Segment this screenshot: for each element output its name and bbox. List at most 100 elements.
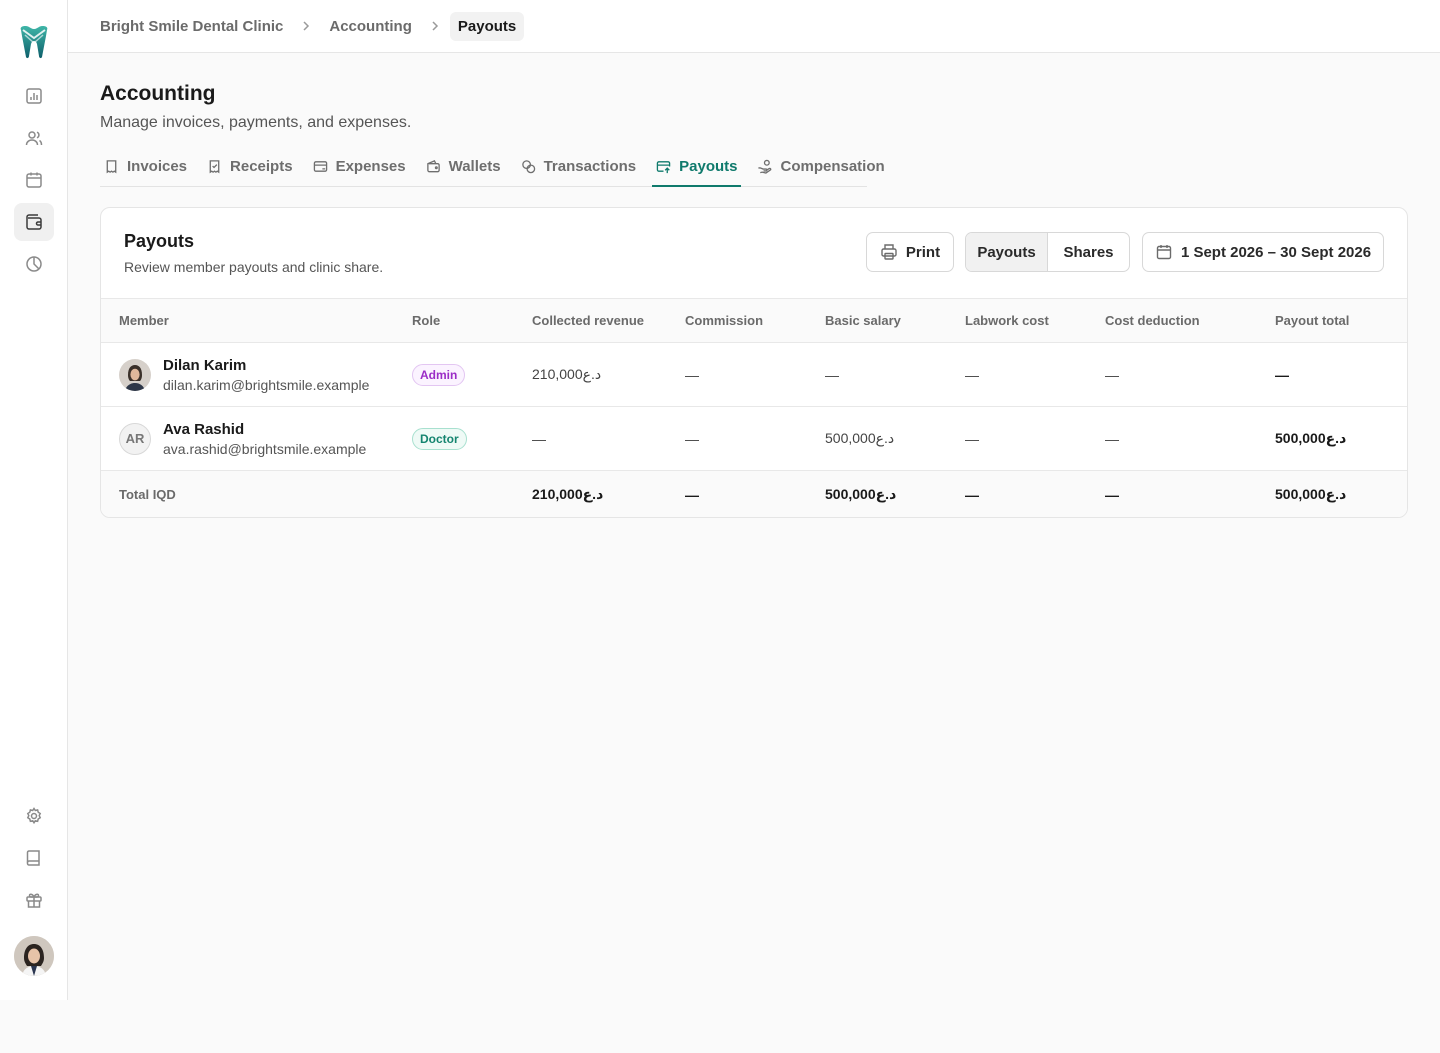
chart-icon	[26, 88, 42, 104]
col-basic-salary[interactable]: Basic salary	[825, 298, 965, 343]
chevron-right-icon	[299, 19, 313, 33]
breadcrumb: Bright Smile Dental Clinic Accounting Pa…	[68, 0, 1440, 53]
total-collected-revenue: 210,000د.ع	[532, 470, 685, 517]
calendar-icon	[26, 172, 42, 188]
book-icon	[26, 850, 40, 866]
nav-docs[interactable]	[14, 839, 54, 877]
tab-invoices[interactable]: Invoices	[100, 146, 191, 186]
tab-receipts[interactable]: Receipts	[203, 146, 297, 186]
payouts-card: Payouts Review member payouts and clinic…	[100, 207, 1408, 518]
toggle-shares[interactable]: Shares	[1048, 233, 1129, 271]
date-range-label: 1 Sept 2026 – 30 Sept 2026	[1180, 243, 1372, 261]
col-role[interactable]: Role	[412, 298, 532, 343]
tab-label: Wallets	[448, 157, 501, 175]
tooth-logo-icon[interactable]	[17, 24, 51, 60]
tab-label: Expenses	[335, 157, 406, 175]
print-button[interactable]: Print	[866, 232, 954, 272]
breadcrumb-clinic[interactable]: Bright Smile Dental Clinic	[100, 18, 283, 35]
col-payout-total[interactable]: Payout total	[1275, 298, 1407, 343]
tab-expenses[interactable]: Expenses	[309, 146, 410, 186]
chevron-right-icon	[428, 19, 442, 33]
receipt-icon	[106, 159, 117, 173]
member-name: Ava Rashid	[163, 420, 245, 438]
tab-transactions[interactable]: Transactions	[517, 146, 641, 186]
total-labwork-cost: —	[965, 470, 1105, 517]
col-commission[interactable]: Commission	[685, 298, 825, 343]
coins-icon	[521, 159, 535, 173]
tab-label: Transactions	[543, 157, 637, 175]
accounting-tabs: Invoices Receipts Expenses Wallets Trans…	[100, 146, 885, 187]
cost-deduction-cell: —	[1105, 342, 1275, 407]
nav-gifts[interactable]	[14, 881, 54, 919]
card-minus-icon	[313, 160, 327, 172]
avatar	[119, 358, 151, 391]
col-member[interactable]: Member	[101, 298, 412, 343]
card-subtitle: Review member payouts and clinic share.	[124, 259, 384, 275]
nav-reports[interactable]	[14, 245, 54, 283]
pie-chart-icon	[26, 256, 42, 272]
collected-revenue-cell: —	[532, 406, 685, 471]
table-header-row: Member Role Collected revenue Commission…	[101, 298, 1407, 343]
commission-cell: —	[685, 342, 825, 407]
wallet-icon	[426, 159, 440, 172]
labwork-cost-cell: —	[965, 342, 1105, 407]
tab-label: Receipts	[230, 157, 293, 175]
tab-label: Payouts	[679, 157, 738, 175]
col-labwork-cost[interactable]: Labwork cost	[965, 298, 1105, 343]
tab-compensation[interactable]: Compensation	[753, 146, 888, 186]
tab-payouts[interactable]: Payouts	[652, 146, 742, 187]
page-title: Accounting	[100, 82, 216, 105]
total-cost-deduction: —	[1105, 470, 1275, 517]
col-collected-revenue[interactable]: Collected revenue	[532, 298, 685, 343]
total-commission: —	[685, 470, 825, 517]
card-upload-icon	[656, 160, 671, 173]
labwork-cost-cell: —	[965, 406, 1105, 471]
tab-label: Compensation	[780, 157, 885, 175]
hand-coins-icon	[758, 159, 772, 174]
receipt-check-icon	[209, 159, 220, 173]
user-avatar[interactable]	[14, 936, 54, 976]
member-name: Dilan Karim	[163, 356, 247, 374]
basic-salary-cell: 500,000د.ع	[825, 406, 965, 471]
member-email: dilan.karim@brightsmile.example	[163, 376, 370, 393]
nav-dashboard[interactable]	[14, 77, 54, 115]
nav-calendar[interactable]	[14, 161, 54, 199]
payout-total-cell: —	[1275, 342, 1407, 407]
payout-total-cell: 500,000د.ع	[1275, 406, 1407, 471]
role-badge: Admin	[412, 363, 466, 386]
col-cost-deduction[interactable]: Cost deduction	[1105, 298, 1275, 343]
print-label: Print	[905, 243, 941, 261]
cost-deduction-cell: —	[1105, 406, 1275, 471]
nav-settings[interactable]	[14, 797, 54, 835]
calendar-icon	[1156, 245, 1172, 260]
table-row[interactable]: Dilan Karim dilan.karim@brightsmile.exam…	[101, 342, 1407, 407]
tab-wallets[interactable]: Wallets	[422, 146, 505, 186]
printer-icon	[881, 244, 897, 260]
view-toggle: Payouts Shares	[965, 232, 1130, 272]
payouts-table: Member Role Collected revenue Commission…	[101, 298, 1407, 517]
date-range-picker[interactable]: 1 Sept 2026 – 30 Sept 2026	[1142, 232, 1384, 272]
wallet-icon	[26, 214, 42, 230]
toggle-payouts[interactable]: Payouts	[966, 233, 1048, 271]
gift-icon	[26, 893, 42, 908]
nav-patients[interactable]	[14, 119, 54, 157]
users-icon	[25, 131, 43, 146]
total-payout-total: 500,000د.ع	[1275, 470, 1407, 517]
nav-accounting[interactable]	[14, 203, 54, 241]
tab-label: Invoices	[127, 157, 188, 175]
member-cell: Dilan Karim dilan.karim@brightsmile.exam…	[119, 357, 412, 393]
breadcrumb-payouts: Payouts	[449, 11, 525, 41]
total-label: Total IQD	[101, 470, 412, 517]
total-row: Total IQD 210,000د.ع — 500,000د.ع — — 50…	[101, 470, 1407, 517]
gear-icon	[26, 807, 42, 825]
collected-revenue-cell: 210,000د.ع	[532, 342, 685, 407]
role-badge: Doctor	[412, 427, 467, 450]
avatar: AR	[119, 422, 151, 455]
sidebar	[0, 0, 68, 1000]
table-row[interactable]: AR Ava Rashid ava.rashid@brightsmile.exa…	[101, 406, 1407, 471]
commission-cell: —	[685, 406, 825, 471]
member-cell: AR Ava Rashid ava.rashid@brightsmile.exa…	[119, 421, 412, 457]
breadcrumb-accounting[interactable]: Accounting	[329, 18, 412, 35]
basic-salary-cell: —	[825, 342, 965, 407]
member-email: ava.rashid@brightsmile.example	[163, 440, 367, 457]
